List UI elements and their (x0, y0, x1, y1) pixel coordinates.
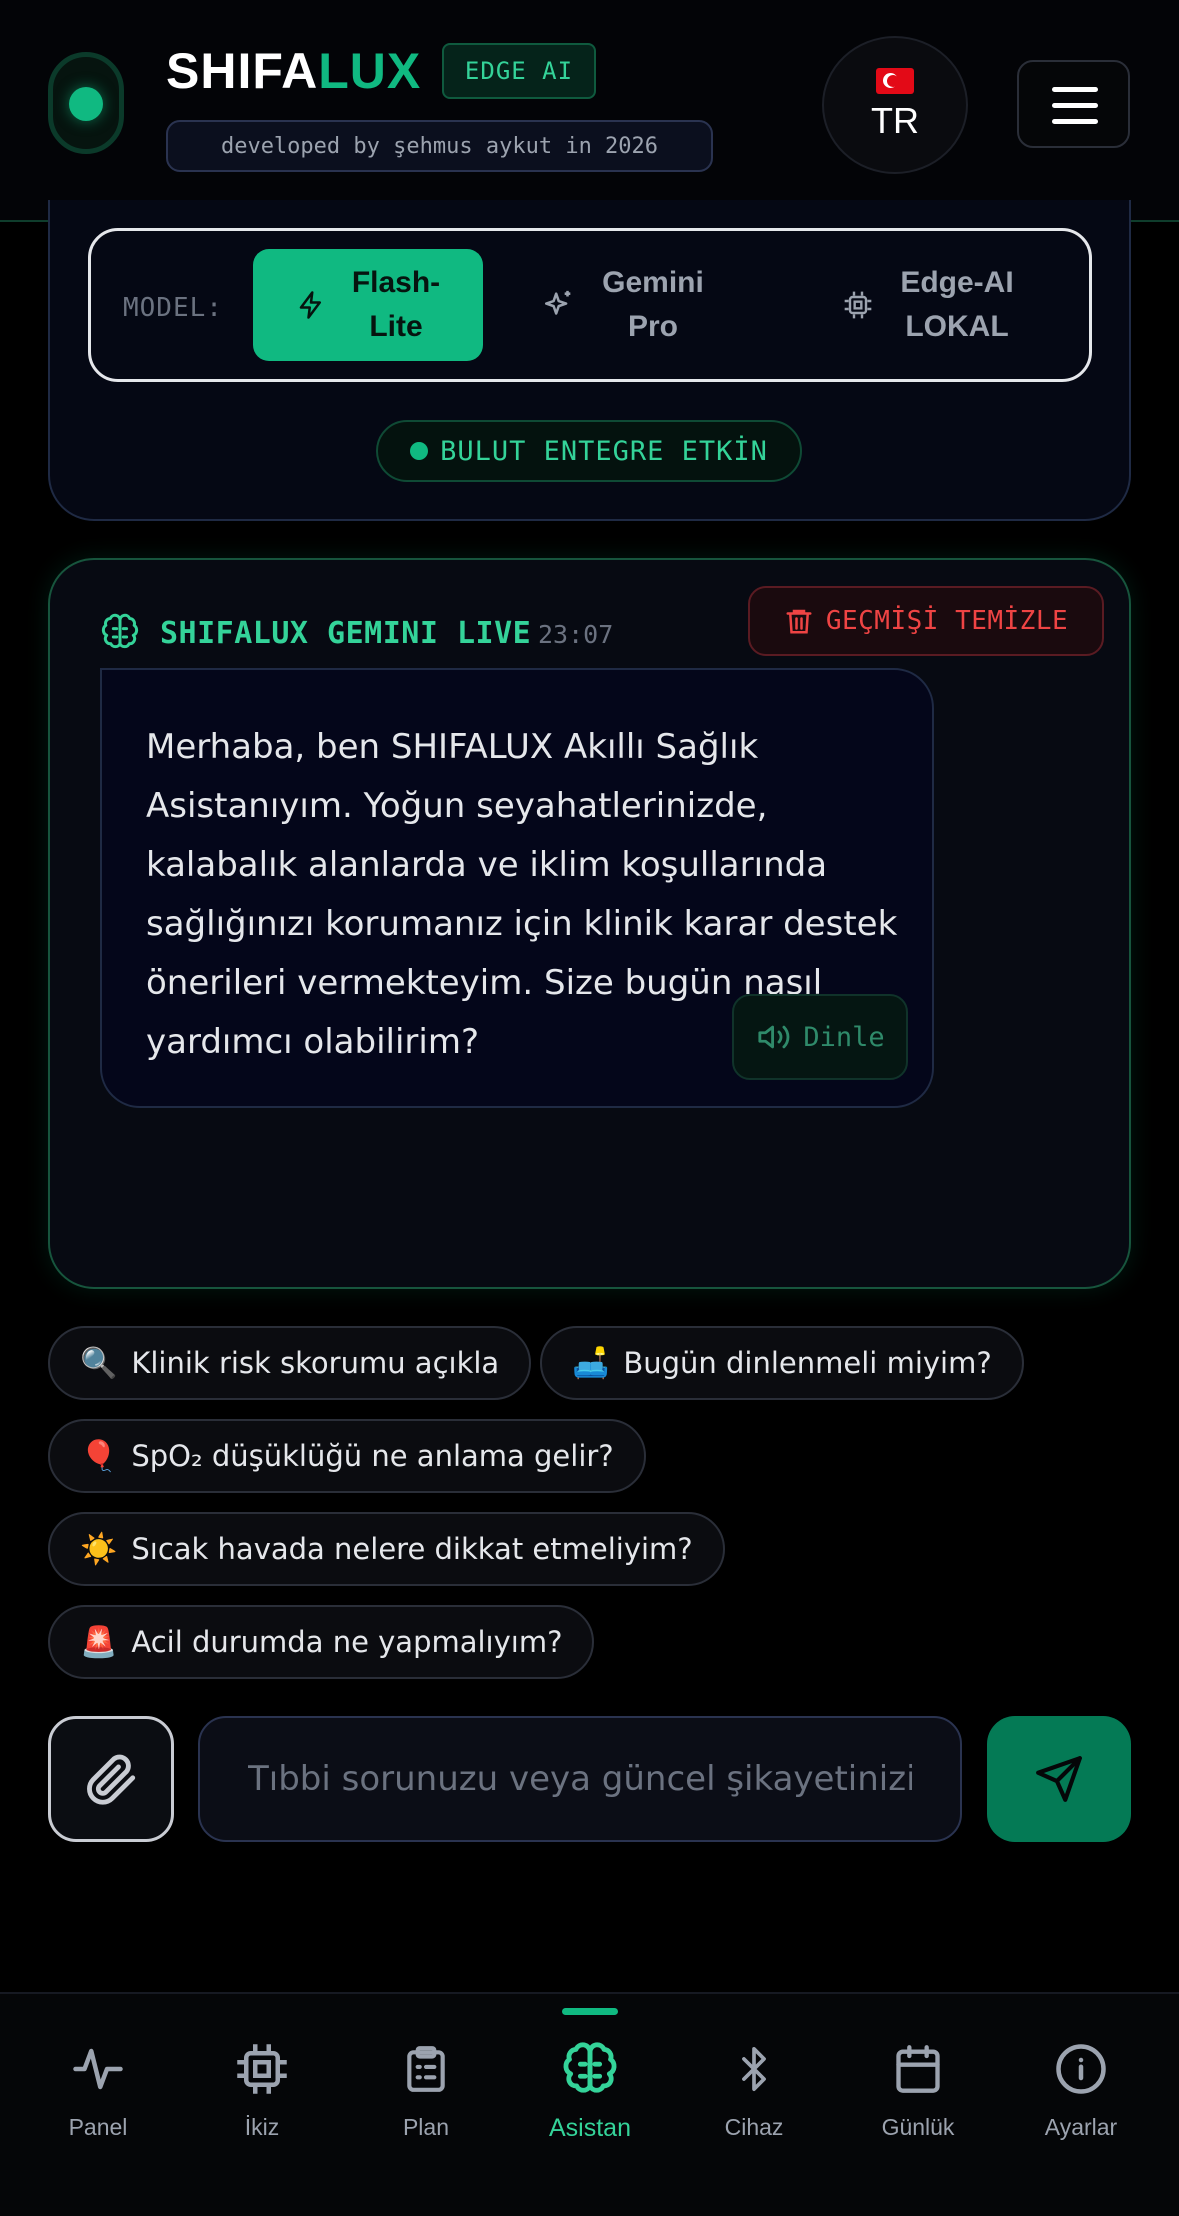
suggestion-chip[interactable]: 🔍 Klinik risk skorumu açıkla (48, 1326, 532, 1400)
paperclip-icon (87, 1754, 136, 1805)
status-dot-icon (410, 442, 429, 460)
balloon-icon: 🎈 (80, 1438, 118, 1474)
edge-ai-badge: EDGE AI (442, 43, 596, 99)
suggestion-chip[interactable]: 🎈 SpO₂ düşüklüğü ne anlama gelir? (48, 1419, 646, 1493)
status-dot-icon (69, 87, 103, 121)
couch-icon: 🛋️ (572, 1345, 610, 1381)
sun-icon: ☀️ (80, 1531, 118, 1567)
send-button[interactable] (987, 1716, 1131, 1842)
active-tab-indicator (562, 2008, 618, 2015)
siren-icon: 🚨 (80, 1624, 118, 1660)
nav-item-panel[interactable]: Panel (16, 1994, 180, 2216)
send-icon (1036, 1756, 1082, 1802)
speaker-icon (758, 1025, 790, 1049)
assistant-message-bubble: Merhaba, ben SHIFALUX Akıllı Sağlık Asis… (100, 668, 934, 1108)
clipboard-list-icon (407, 2046, 445, 2092)
model-selector: MODEL: Flash- Lite Gemini Pro Edge-AI LO… (88, 228, 1092, 382)
lightning-icon (299, 291, 321, 319)
cpu-chip-icon (237, 2044, 287, 2094)
turkey-flag-icon (876, 68, 914, 94)
brain-icon (563, 2042, 617, 2093)
suggestion-chip[interactable]: 🛋️ Bugün dinlenmeli miyim? (540, 1326, 1024, 1400)
activity-pulse-icon (73, 2048, 123, 2090)
trash-icon (786, 609, 812, 634)
sparkles-icon (545, 290, 571, 315)
nav-item-gunluk[interactable]: Günlük (836, 1994, 1000, 2216)
chat-panel: SHIFALUX GEMINI LIVE 23:07 GEÇMİŞİ TEMİZ… (48, 558, 1131, 1289)
connection-status-toggle[interactable] (48, 52, 124, 154)
magnifier-icon: 🔍 (80, 1345, 118, 1381)
chat-title: SHIFALUX GEMINI LIVE (160, 616, 532, 651)
nav-item-cihaz[interactable]: Cihaz (672, 1994, 836, 2216)
attach-button[interactable] (48, 1716, 174, 1842)
model-option-flash-lite[interactable]: Flash- Lite (253, 249, 483, 361)
message-input[interactable] (198, 1716, 962, 1842)
calendar-icon (896, 2045, 940, 2093)
menu-button[interactable] (1017, 60, 1130, 148)
clear-history-button[interactable]: GEÇMİŞİ TEMİZLE (748, 586, 1104, 656)
nav-item-plan[interactable]: Plan (344, 1994, 508, 2216)
model-label: MODEL: (123, 293, 223, 323)
cloud-status-badge: BULUT ENTEGRE ETKİN (376, 420, 802, 482)
model-option-edge-ai-lokal[interactable]: Edge-AI LOKAL (797, 249, 1059, 361)
app-header: SHIFALUX EDGE AI developed by şehmus ayk… (0, 0, 1179, 222)
developer-badge: developed by şehmus aykut in 2026 (166, 120, 713, 172)
nav-item-ayarlar[interactable]: Ayarlar (999, 1994, 1163, 2216)
nav-item-asistan[interactable]: Asistan (508, 1994, 672, 2216)
cpu-chip-icon (844, 291, 872, 319)
listen-button[interactable]: Dinle (732, 994, 908, 1080)
chat-timestamp: 23:07 (538, 620, 614, 649)
bottom-navigation: Panel İkiz Plan Asistan Cihaz Günlük Aya… (0, 1992, 1179, 2216)
hamburger-menu-icon (1052, 87, 1098, 92)
language-code: TR (871, 100, 919, 141)
info-circle-icon (1056, 2044, 1106, 2094)
suggestion-chip[interactable]: ☀️ Sıcak havada nelere dikkat etmeliyim? (48, 1512, 725, 1586)
suggestion-chip[interactable]: 🚨 Acil durumda ne yapmalıyım? (48, 1605, 595, 1679)
model-option-gemini-pro[interactable]: Gemini Pro (523, 249, 723, 361)
bluetooth-icon (742, 2047, 766, 2091)
nav-item-ikiz[interactable]: İkiz (180, 1994, 344, 2216)
brain-icon (101, 613, 139, 649)
brand-logo: SHIFALUX (166, 43, 422, 99)
language-button[interactable]: TR (822, 36, 968, 174)
